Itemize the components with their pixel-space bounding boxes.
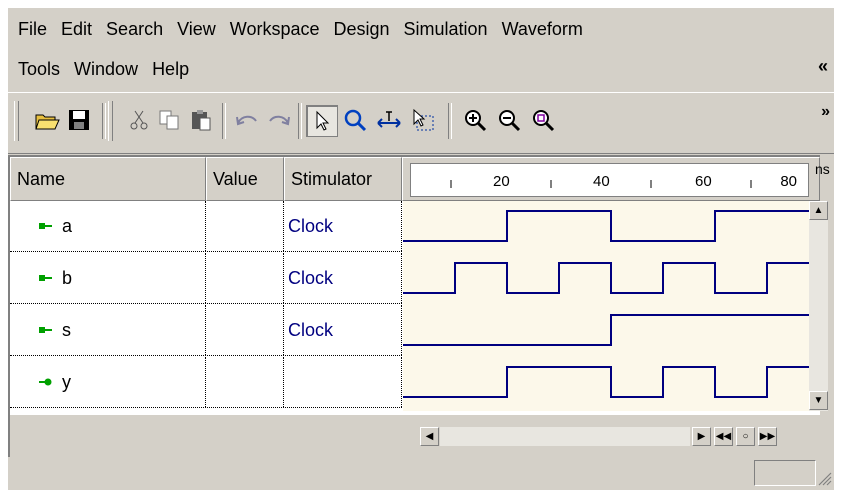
select-pointer-icon[interactable]: [306, 105, 338, 137]
menu-bar: File Edit Search View Workspace Design S…: [8, 8, 834, 88]
signal-name: b: [62, 267, 73, 288]
zoom-fit-icon[interactable]: [528, 105, 558, 135]
toolbar-separator: [102, 103, 106, 139]
signal-stimulator-cell[interactable]: Clock: [284, 201, 402, 251]
select-region-icon[interactable]: [408, 105, 438, 135]
waveform-panel: Name Value Stimulator 20 40 60 80 ns a Cl…: [8, 155, 830, 457]
chevrons-right-icon[interactable]: »: [821, 103, 830, 121]
signal-value-cell[interactable]: [206, 253, 284, 303]
toolbar-grip[interactable]: [14, 101, 19, 141]
scroll-down-button[interactable]: ▼: [809, 391, 828, 410]
zoom-magnifier-icon[interactable]: [340, 105, 370, 135]
signal-name: s: [62, 319, 71, 340]
scroll-left-button[interactable]: ◀: [420, 427, 439, 446]
waveform-area[interactable]: [403, 201, 819, 411]
ruler-label: 20: [493, 173, 510, 190]
menu-window[interactable]: Window: [74, 59, 138, 80]
input-port-icon: [39, 223, 52, 229]
signal-stimulator-cell[interactable]: Clock: [284, 253, 402, 303]
go-to-cursor-button[interactable]: ○: [736, 427, 755, 446]
scroll-right-button[interactable]: ▶: [692, 427, 711, 446]
input-port-icon: [39, 327, 52, 333]
menu-file[interactable]: File: [18, 19, 47, 40]
measure-icon[interactable]: [374, 105, 404, 135]
status-bar: [8, 458, 834, 490]
signal-name-cell[interactable]: s: [10, 305, 206, 355]
open-folder-icon[interactable]: [32, 105, 62, 135]
signal-name: a: [62, 215, 73, 236]
signal-name-cell[interactable]: y: [10, 357, 206, 407]
go-to-end-button[interactable]: ▶▶: [758, 427, 777, 446]
signal-name-cell[interactable]: a: [10, 201, 206, 251]
output-port-icon: [39, 378, 52, 386]
menu-row-2: Tools Window Help: [18, 54, 203, 84]
undo-icon[interactable]: [232, 105, 262, 135]
waveform-s: [403, 314, 819, 346]
signal-value-cell[interactable]: [206, 201, 284, 251]
toolbar-separator: [222, 103, 226, 139]
signal-stimulator-cell[interactable]: Clock: [284, 305, 402, 355]
menu-waveform[interactable]: Waveform: [502, 19, 583, 40]
toolbar-separator: [448, 103, 452, 139]
cut-icon[interactable]: [124, 105, 154, 135]
ruler-label: 60: [695, 173, 712, 190]
zoom-out-icon[interactable]: [494, 105, 524, 135]
column-header-name[interactable]: Name: [10, 157, 206, 201]
app-window: File Edit Search View Workspace Design S…: [8, 8, 834, 490]
signal-row[interactable]: a Clock: [10, 201, 402, 252]
waveform-traces: [403, 210, 819, 398]
paste-icon[interactable]: [186, 105, 216, 135]
waveform-a: [403, 210, 819, 242]
time-unit-label: ns: [815, 161, 830, 177]
resize-grip-icon[interactable]: [816, 470, 832, 486]
signal-row[interactable]: b Clock: [10, 253, 402, 304]
vertical-scrollbar[interactable]: ▲ ▼: [809, 201, 828, 411]
copy-icon[interactable]: [154, 105, 184, 135]
horizontal-scroll-area: ◀ ▶ ◀◀ ○ ▶▶: [10, 415, 820, 457]
toolbar: »: [8, 92, 834, 154]
menu-workspace[interactable]: Workspace: [230, 19, 320, 40]
menu-view[interactable]: View: [177, 19, 216, 40]
menu-design[interactable]: Design: [334, 19, 390, 40]
waveform-y: [403, 366, 819, 398]
scroll-up-button[interactable]: ▲: [809, 201, 828, 220]
menu-search[interactable]: Search: [106, 19, 163, 40]
ruler-label: 80: [780, 173, 797, 190]
signal-row[interactable]: s Clock: [10, 305, 402, 356]
input-port-icon: [39, 275, 52, 281]
signal-stimulator-cell[interactable]: [284, 357, 402, 407]
toolbar-separator: [298, 103, 302, 139]
signal-row[interactable]: y: [10, 357, 402, 408]
time-ruler[interactable]: 20 40 60 80: [410, 163, 809, 197]
zoom-in-icon[interactable]: [460, 105, 490, 135]
signal-name-cell[interactable]: b: [10, 253, 206, 303]
signal-name: y: [62, 371, 71, 392]
go-to-start-button[interactable]: ◀◀: [714, 427, 733, 446]
column-header-value[interactable]: Value: [206, 157, 284, 201]
menu-tools[interactable]: Tools: [18, 59, 60, 80]
chevrons-left-icon[interactable]: «: [818, 56, 828, 77]
column-header-stimulator[interactable]: Stimulator: [284, 157, 402, 201]
signal-value-cell[interactable]: [206, 357, 284, 407]
ruler-label: 40: [593, 173, 610, 190]
signal-value-cell[interactable]: [206, 305, 284, 355]
menu-help[interactable]: Help: [152, 59, 189, 80]
menu-row-1: File Edit Search View Workspace Design S…: [18, 14, 597, 44]
menu-simulation[interactable]: Simulation: [404, 19, 488, 40]
waveform-b: [403, 262, 819, 294]
save-icon[interactable]: [64, 105, 94, 135]
redo-icon[interactable]: [264, 105, 294, 135]
menu-edit[interactable]: Edit: [61, 19, 92, 40]
status-panel: [754, 460, 816, 486]
horizontal-scrollbar-track[interactable]: [440, 427, 690, 446]
toolbar-grip[interactable]: [108, 101, 113, 141]
